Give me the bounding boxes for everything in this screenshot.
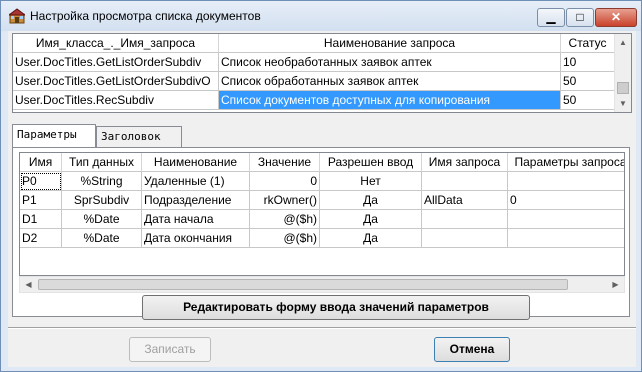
cell-query-name[interactable] (422, 172, 508, 191)
cell-query-name[interactable]: Список обработанных заявок аптек (219, 72, 561, 91)
cell-query-params[interactable] (508, 172, 624, 191)
cell-value[interactable]: @($h) (250, 229, 320, 248)
close-icon: ✕ (610, 10, 622, 24)
scroll-down-icon[interactable]: ▼ (615, 95, 631, 112)
edit-input-form-button[interactable]: Редактировать форму ввода значений парам… (142, 295, 530, 320)
cell-input-allowed[interactable]: Нет (320, 172, 422, 191)
cell-title[interactable]: Удаленные (1) (142, 172, 250, 191)
cell-name[interactable]: D1 (20, 210, 62, 229)
parameters-panel: Имя Тип данных Наименование Значение Раз… (12, 147, 630, 317)
scroll-thumb[interactable] (617, 82, 629, 94)
app-icon (9, 8, 25, 24)
cell-status[interactable]: 10 (561, 53, 615, 72)
main-window: Настройка просмотра списка документов ▁ … (0, 0, 642, 372)
cell-class-name[interactable]: User.DocTitles.GetListOrderSubdivO (13, 72, 219, 91)
cell-input-allowed[interactable]: Да (320, 191, 422, 210)
cell-query-name[interactable]: AllData (422, 191, 508, 210)
parameters-horizontal-scrollbar[interactable]: ◀ ▶ (19, 276, 625, 293)
column-header-name[interactable]: Имя (20, 153, 62, 172)
cell-status[interactable]: 50 (561, 72, 615, 91)
column-header-query-name[interactable]: Наименование запроса (219, 34, 561, 53)
cell-title[interactable]: Дата начала (142, 210, 250, 229)
cancel-button[interactable]: Отмена (434, 337, 510, 362)
column-header-title[interactable]: Наименование (142, 153, 250, 172)
minimize-icon: ▁ (546, 10, 556, 24)
cell-name[interactable]: P0 (20, 172, 62, 191)
queries-grid[interactable]: Имя_класса_._Имя_запроса Наименование за… (12, 33, 632, 113)
save-button[interactable]: Записать (129, 337, 211, 362)
scroll-thumb[interactable] (38, 279, 568, 290)
cell-name[interactable]: D2 (20, 229, 62, 248)
separator (8, 327, 636, 329)
cell-query-params[interactable] (508, 210, 624, 229)
cell-data-type[interactable]: %String (62, 172, 142, 191)
queries-vertical-scrollbar[interactable]: ▲ ▼ (614, 34, 631, 112)
column-header-status[interactable]: Статус (561, 34, 615, 53)
close-button[interactable]: ✕ (595, 8, 637, 27)
cell-class-name[interactable]: User.DocTitles.RecSubdiv (13, 91, 219, 110)
cell-data-type[interactable]: %Date (62, 210, 142, 229)
dialog-body: Имя_класса_._Имя_запроса Наименование за… (8, 31, 636, 367)
cell-data-type[interactable]: SprSubdiv (62, 191, 142, 210)
cell-input-allowed[interactable]: Да (320, 210, 422, 229)
cell-value[interactable]: rkOwner() (250, 191, 320, 210)
cell-query-params[interactable]: 0 (508, 191, 624, 210)
column-header-value[interactable]: Значение (250, 153, 320, 172)
cell-status[interactable]: 50 (561, 91, 615, 110)
window-title: Настройка просмотра списка документов (30, 9, 261, 23)
cell-query-name-selected[interactable]: Список документов доступных для копирова… (219, 91, 561, 110)
cell-class-name[interactable]: User.DocTitles.GetListOrderSubdiv (13, 53, 219, 72)
column-header-query-name[interactable]: Имя запроса (422, 153, 508, 172)
minimize-button[interactable]: ▁ (537, 8, 565, 27)
tab-header[interactable]: Заголовок (96, 126, 182, 147)
maximize-button[interactable]: □ (566, 8, 594, 27)
scroll-up-icon[interactable]: ▲ (615, 34, 631, 51)
cell-query-name[interactable] (422, 229, 508, 248)
column-header-input-allowed[interactable]: Разрешен ввод (320, 153, 422, 172)
cell-value[interactable]: @($h) (250, 210, 320, 229)
cell-title[interactable]: Дата окончания (142, 229, 250, 248)
cell-title[interactable]: Подразделение (142, 191, 250, 210)
scroll-right-icon[interactable]: ▶ (607, 277, 624, 292)
column-header-data-type[interactable]: Тип данных (62, 153, 142, 172)
cell-input-allowed[interactable]: Да (320, 229, 422, 248)
cell-name[interactable]: P1 (20, 191, 62, 210)
column-header-query-params[interactable]: Параметры запроса (508, 153, 624, 172)
cell-query-name[interactable] (422, 210, 508, 229)
cell-query-name[interactable]: Список необработанных заявок аптек (219, 53, 561, 72)
parameters-grid[interactable]: Имя Тип данных Наименование Значение Раз… (19, 152, 625, 276)
maximize-icon: □ (576, 10, 584, 24)
column-header-class-name[interactable]: Имя_класса_._Имя_запроса (13, 34, 219, 53)
cell-value[interactable]: 0 (250, 172, 320, 191)
tab-parameters[interactable]: Параметры (12, 124, 96, 147)
cell-query-params[interactable] (508, 229, 624, 248)
scroll-left-icon[interactable]: ◀ (20, 277, 37, 292)
title-bar[interactable]: Настройка просмотра списка документов ▁ … (1, 1, 641, 31)
cell-data-type[interactable]: %Date (62, 229, 142, 248)
